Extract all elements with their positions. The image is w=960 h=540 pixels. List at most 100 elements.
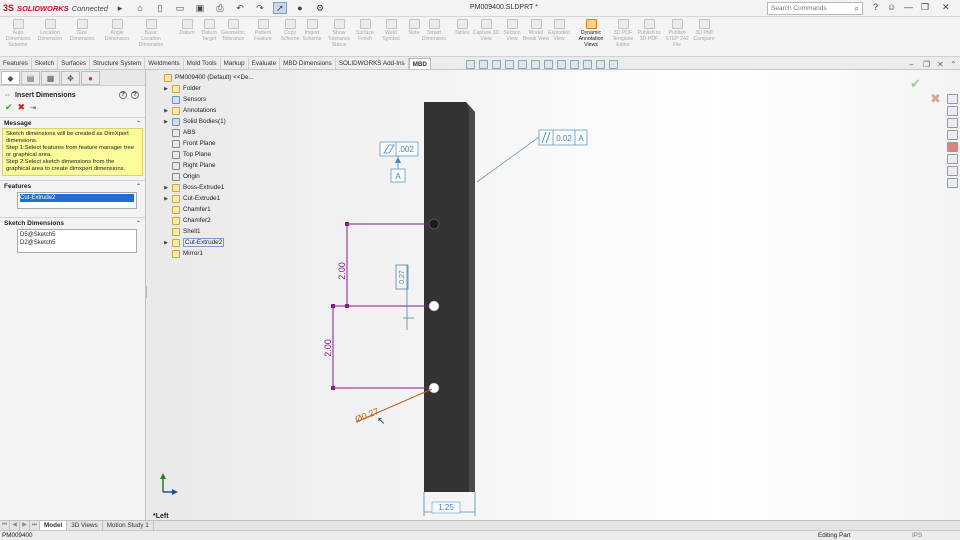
list-item[interactable]: D2@Sketch5: [20, 239, 134, 247]
tab-structure-system[interactable]: Structure System: [89, 58, 146, 69]
previous-view-icon[interactable]: [492, 60, 501, 69]
zoom-to-fit-icon[interactable]: [466, 60, 475, 69]
collapse-ribbon-icon[interactable]: ⌃: [950, 60, 957, 69]
tab-mbd-dimensions[interactable]: MBD Dimensions: [280, 58, 336, 69]
ribbon-button[interactable]: 3D PDF Template Editor: [609, 19, 637, 48]
collapse-caret-icon[interactable]: ⌃: [136, 183, 141, 190]
dynamic-annotation-icon[interactable]: [518, 60, 527, 69]
monitor-icon[interactable]: [609, 60, 618, 69]
resources-icon[interactable]: [947, 94, 958, 104]
collapse-caret-icon[interactable]: ⌃: [136, 120, 141, 127]
next-tab-icon[interactable]: ▶: [20, 521, 30, 530]
display-manager-tab[interactable]: ●: [81, 71, 100, 85]
pushpin-icon[interactable]: ⇥: [30, 104, 36, 112]
property-manager-tab[interactable]: ▤: [21, 71, 40, 85]
ribbon-button[interactable]: Basic Location Dimension: [137, 19, 165, 48]
minimize-icon[interactable]: —: [904, 2, 913, 12]
tab-evaluate[interactable]: Evaluate: [248, 58, 281, 69]
tab-mbd[interactable]: MBD: [408, 58, 431, 69]
open-icon[interactable]: ▭: [173, 2, 187, 14]
hole-bottom[interactable]: [428, 382, 440, 394]
custom-properties-icon[interactable]: [947, 154, 958, 164]
tab-motion-study[interactable]: Motion Study 1: [103, 521, 154, 530]
tab-solidworks-add-ins[interactable]: SOLIDWORKS Add-Ins: [335, 58, 409, 69]
feature-manager-tab[interactable]: ◆: [1, 71, 20, 85]
tab-sketch[interactable]: Sketch: [31, 58, 59, 69]
ribbon-button[interactable]: Angle Dimension: [103, 19, 131, 42]
hide-show-items-icon[interactable]: [557, 60, 566, 69]
tab-markup[interactable]: Markup: [220, 58, 249, 69]
restore-icon[interactable]: ❐: [921, 2, 929, 13]
rebuild-icon[interactable]: ●: [293, 2, 307, 14]
view-settings-icon[interactable]: [596, 60, 605, 69]
ribbon-button[interactable]: Surface Finish: [351, 19, 379, 42]
save-icon[interactable]: ▣: [193, 2, 207, 14]
new-document-icon[interactable]: ▯: [153, 2, 167, 14]
sketch-dimensions-section-header[interactable]: Sketch Dimensions ⌃: [0, 217, 145, 228]
ribbon-button[interactable]: Capture 3D View: [472, 19, 500, 42]
sketch-dimensions-list[interactable]: D5@Sketch5 D2@Sketch5: [17, 229, 137, 253]
tab-features[interactable]: Features: [0, 58, 32, 69]
ribbon-button[interactable]: Geometric Tolerance: [219, 19, 247, 42]
hole-middle[interactable]: [428, 300, 440, 312]
apply-scene-icon[interactable]: [583, 60, 592, 69]
features-section-header[interactable]: Features ⌃: [0, 180, 145, 191]
user-icon[interactable]: ☺: [887, 2, 896, 12]
ribbon-button[interactable]: Show Tolerance Status: [325, 19, 353, 48]
display-style-icon[interactable]: [544, 60, 553, 69]
tab-mold-tools[interactable]: Mold Tools: [183, 58, 221, 69]
ribbon-button[interactable]: Smart Dimension: [420, 19, 448, 42]
hole-top[interactable]: [428, 218, 440, 230]
collapse-caret-icon[interactable]: ⌃: [136, 220, 141, 227]
solidworks-logo[interactable]: 3S SOLIDWORKS Connected: [0, 3, 110, 13]
home-icon[interactable]: ⌂: [133, 2, 147, 14]
dimension-lower[interactable]: 2.00: [323, 339, 333, 357]
cancel-x-icon[interactable]: ✖: [18, 102, 26, 113]
tab-model[interactable]: Model: [40, 521, 68, 530]
ok-check-icon[interactable]: ✔: [5, 102, 13, 113]
expand-menu-icon[interactable]: ▸: [113, 2, 127, 14]
solidworks-3dexp-icon[interactable]: [947, 178, 958, 188]
tab-3d-views[interactable]: 3D Views: [67, 521, 103, 530]
help-circle-icon[interactable]: ?: [119, 91, 127, 99]
prev-tab-icon[interactable]: ◀: [10, 521, 20, 530]
tab-surfaces[interactable]: Surfaces: [58, 58, 90, 69]
list-item[interactable]: Cut-Extrude2: [20, 194, 134, 202]
zoom-area-icon[interactable]: [479, 60, 488, 69]
graphics-area[interactable]: PM009400 (Default) <<De... ▶ Folder Sensors…: [147, 70, 960, 520]
search-icon[interactable]: ⌕: [855, 4, 859, 14]
print-icon[interactable]: ⎙: [213, 2, 227, 14]
ribbon-button[interactable]: 3D PMI Compare: [690, 19, 718, 42]
ribbon-button[interactable]: Publish STEP 242 File: [663, 19, 691, 48]
view-orientation-icon[interactable]: [531, 60, 540, 69]
part-body[interactable]: [424, 102, 475, 492]
file-explorer-icon[interactable]: [947, 118, 958, 128]
select-icon[interactable]: ➚: [273, 2, 287, 14]
view-palette-icon[interactable]: [947, 130, 958, 140]
message-section-header[interactable]: Message ⌃: [0, 117, 145, 128]
ribbon-button[interactable]: Exploded View: [545, 19, 573, 42]
last-tab-icon[interactable]: ⏭: [30, 521, 40, 530]
dimension-upper[interactable]: 2.00: [337, 262, 347, 280]
ribbon-button[interactable]: Import Scheme: [298, 19, 326, 42]
help-icon[interactable]: ?: [873, 2, 878, 12]
configuration-manager-tab[interactable]: ▦: [41, 71, 60, 85]
tab-weldments[interactable]: Weldments: [145, 58, 184, 69]
close-icon[interactable]: ✕: [942, 2, 950, 13]
status-units[interactable]: IPS: [912, 531, 922, 540]
ribbon-button[interactable]: Dynamic Annotation Views: [577, 19, 605, 48]
details-circle-icon[interactable]: ?: [131, 91, 139, 99]
search-commands-input[interactable]: Search Commands ⌕: [767, 2, 863, 15]
ribbon-button[interactable]: Publish to 3D PDF: [635, 19, 663, 42]
dimxpert-manager-tab[interactable]: ✥: [61, 71, 80, 85]
ribbon-button[interactable]: Size Dimension: [68, 19, 96, 42]
first-tab-icon[interactable]: ⏮: [0, 521, 10, 530]
forum-icon[interactable]: [947, 166, 958, 176]
confirm-cancel-icon[interactable]: ✖: [930, 92, 941, 107]
appearances-icon[interactable]: [947, 142, 958, 152]
doc-close-icon[interactable]: ✕: [937, 60, 944, 69]
doc-restore-icon[interactable]: ❐: [923, 60, 930, 69]
dimension-small[interactable]: 0.27: [399, 270, 406, 284]
features-list[interactable]: Cut-Extrude2: [17, 192, 137, 209]
ribbon-button[interactable]: Auto Dimension Scheme: [4, 19, 32, 48]
